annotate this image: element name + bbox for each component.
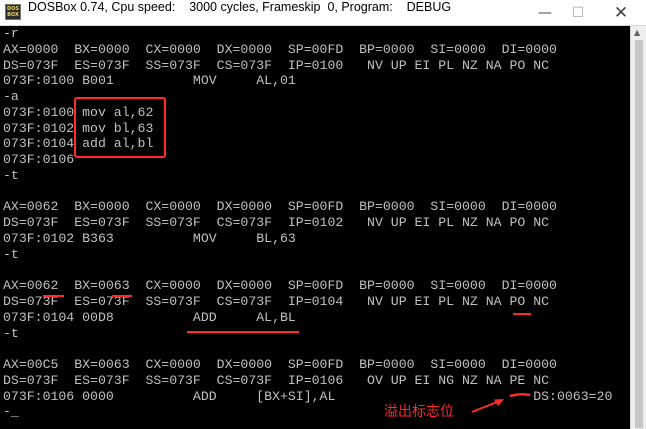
po-flag-underline bbox=[513, 313, 531, 315]
app-icon-bottom-text: BOX bbox=[7, 12, 19, 18]
window-title: DOSBox 0.74, Cpu speed: 3000 cycles, Fra… bbox=[28, 0, 452, 14]
minimize-button[interactable]: — bbox=[530, 0, 560, 26]
console-line: AX=0000 BX=0000 CX=0000 DX=0000 SP=00FD … bbox=[3, 41, 557, 57]
add-instruction-underline bbox=[187, 331, 299, 333]
console-line: -r bbox=[3, 26, 19, 41]
scrollbar-thumb[interactable] bbox=[635, 40, 643, 428]
console-line: DS=073F ES=073F SS=073F CS=073F IP=0102 … bbox=[3, 215, 550, 231]
console-line: -t bbox=[3, 246, 19, 262]
vertical-scrollbar[interactable]: ▲ bbox=[630, 26, 646, 429]
console-line: DS=073F ES=073F SS=073F CS=073F IP=0106 … bbox=[3, 372, 550, 388]
console-line: AX=0062 BX=0000 CX=0000 DX=0000 SP=00FD … bbox=[3, 199, 557, 215]
console-line: AX=0062 BX=0063 CX=0000 DX=0000 SP=00FD … bbox=[3, 278, 557, 294]
annotation-arrow-icon bbox=[471, 392, 531, 413]
ax-value-underline bbox=[43, 295, 64, 297]
console-line: 073F:0102 B363 MOV BL,63 bbox=[3, 230, 296, 246]
title-bar[interactable]: DOS BOX DOSBox 0.74, Cpu speed: 3000 cyc… bbox=[0, 0, 646, 26]
dos-console[interactable]: -r AX=0000 BX=0000 CX=0000 DX=0000 SP=00F… bbox=[3, 26, 612, 420]
overflow-flag-annotation: 溢出标志位 bbox=[384, 404, 454, 420]
console-line: DS=073F ES=073F SS=073F CS=073F IP=0104 … bbox=[3, 294, 550, 310]
bx-value-underline bbox=[112, 295, 132, 297]
console-line: DS=073F ES=073F SS=073F CS=073F IP=0100 … bbox=[3, 57, 550, 73]
console-line: AX=00C5 BX=0063 CX=0000 DX=0000 SP=00FD … bbox=[3, 357, 557, 373]
console-line: -t bbox=[3, 325, 19, 341]
scroll-up-arrow-icon[interactable]: ▲ bbox=[634, 28, 640, 37]
close-button[interactable]: ✕ bbox=[606, 0, 636, 26]
dosbox-app-icon[interactable]: DOS BOX bbox=[5, 4, 21, 20]
console-line: -t bbox=[3, 167, 19, 183]
dosbox-window: DOS BOX DOSBox 0.74, Cpu speed: 3000 cyc… bbox=[0, 0, 646, 429]
assembly-input-highlight-box bbox=[74, 97, 166, 158]
console-line: 073F:0100 B001 MOV AL,01 bbox=[3, 73, 296, 89]
maximize-button[interactable]: ☐ bbox=[563, 0, 593, 26]
